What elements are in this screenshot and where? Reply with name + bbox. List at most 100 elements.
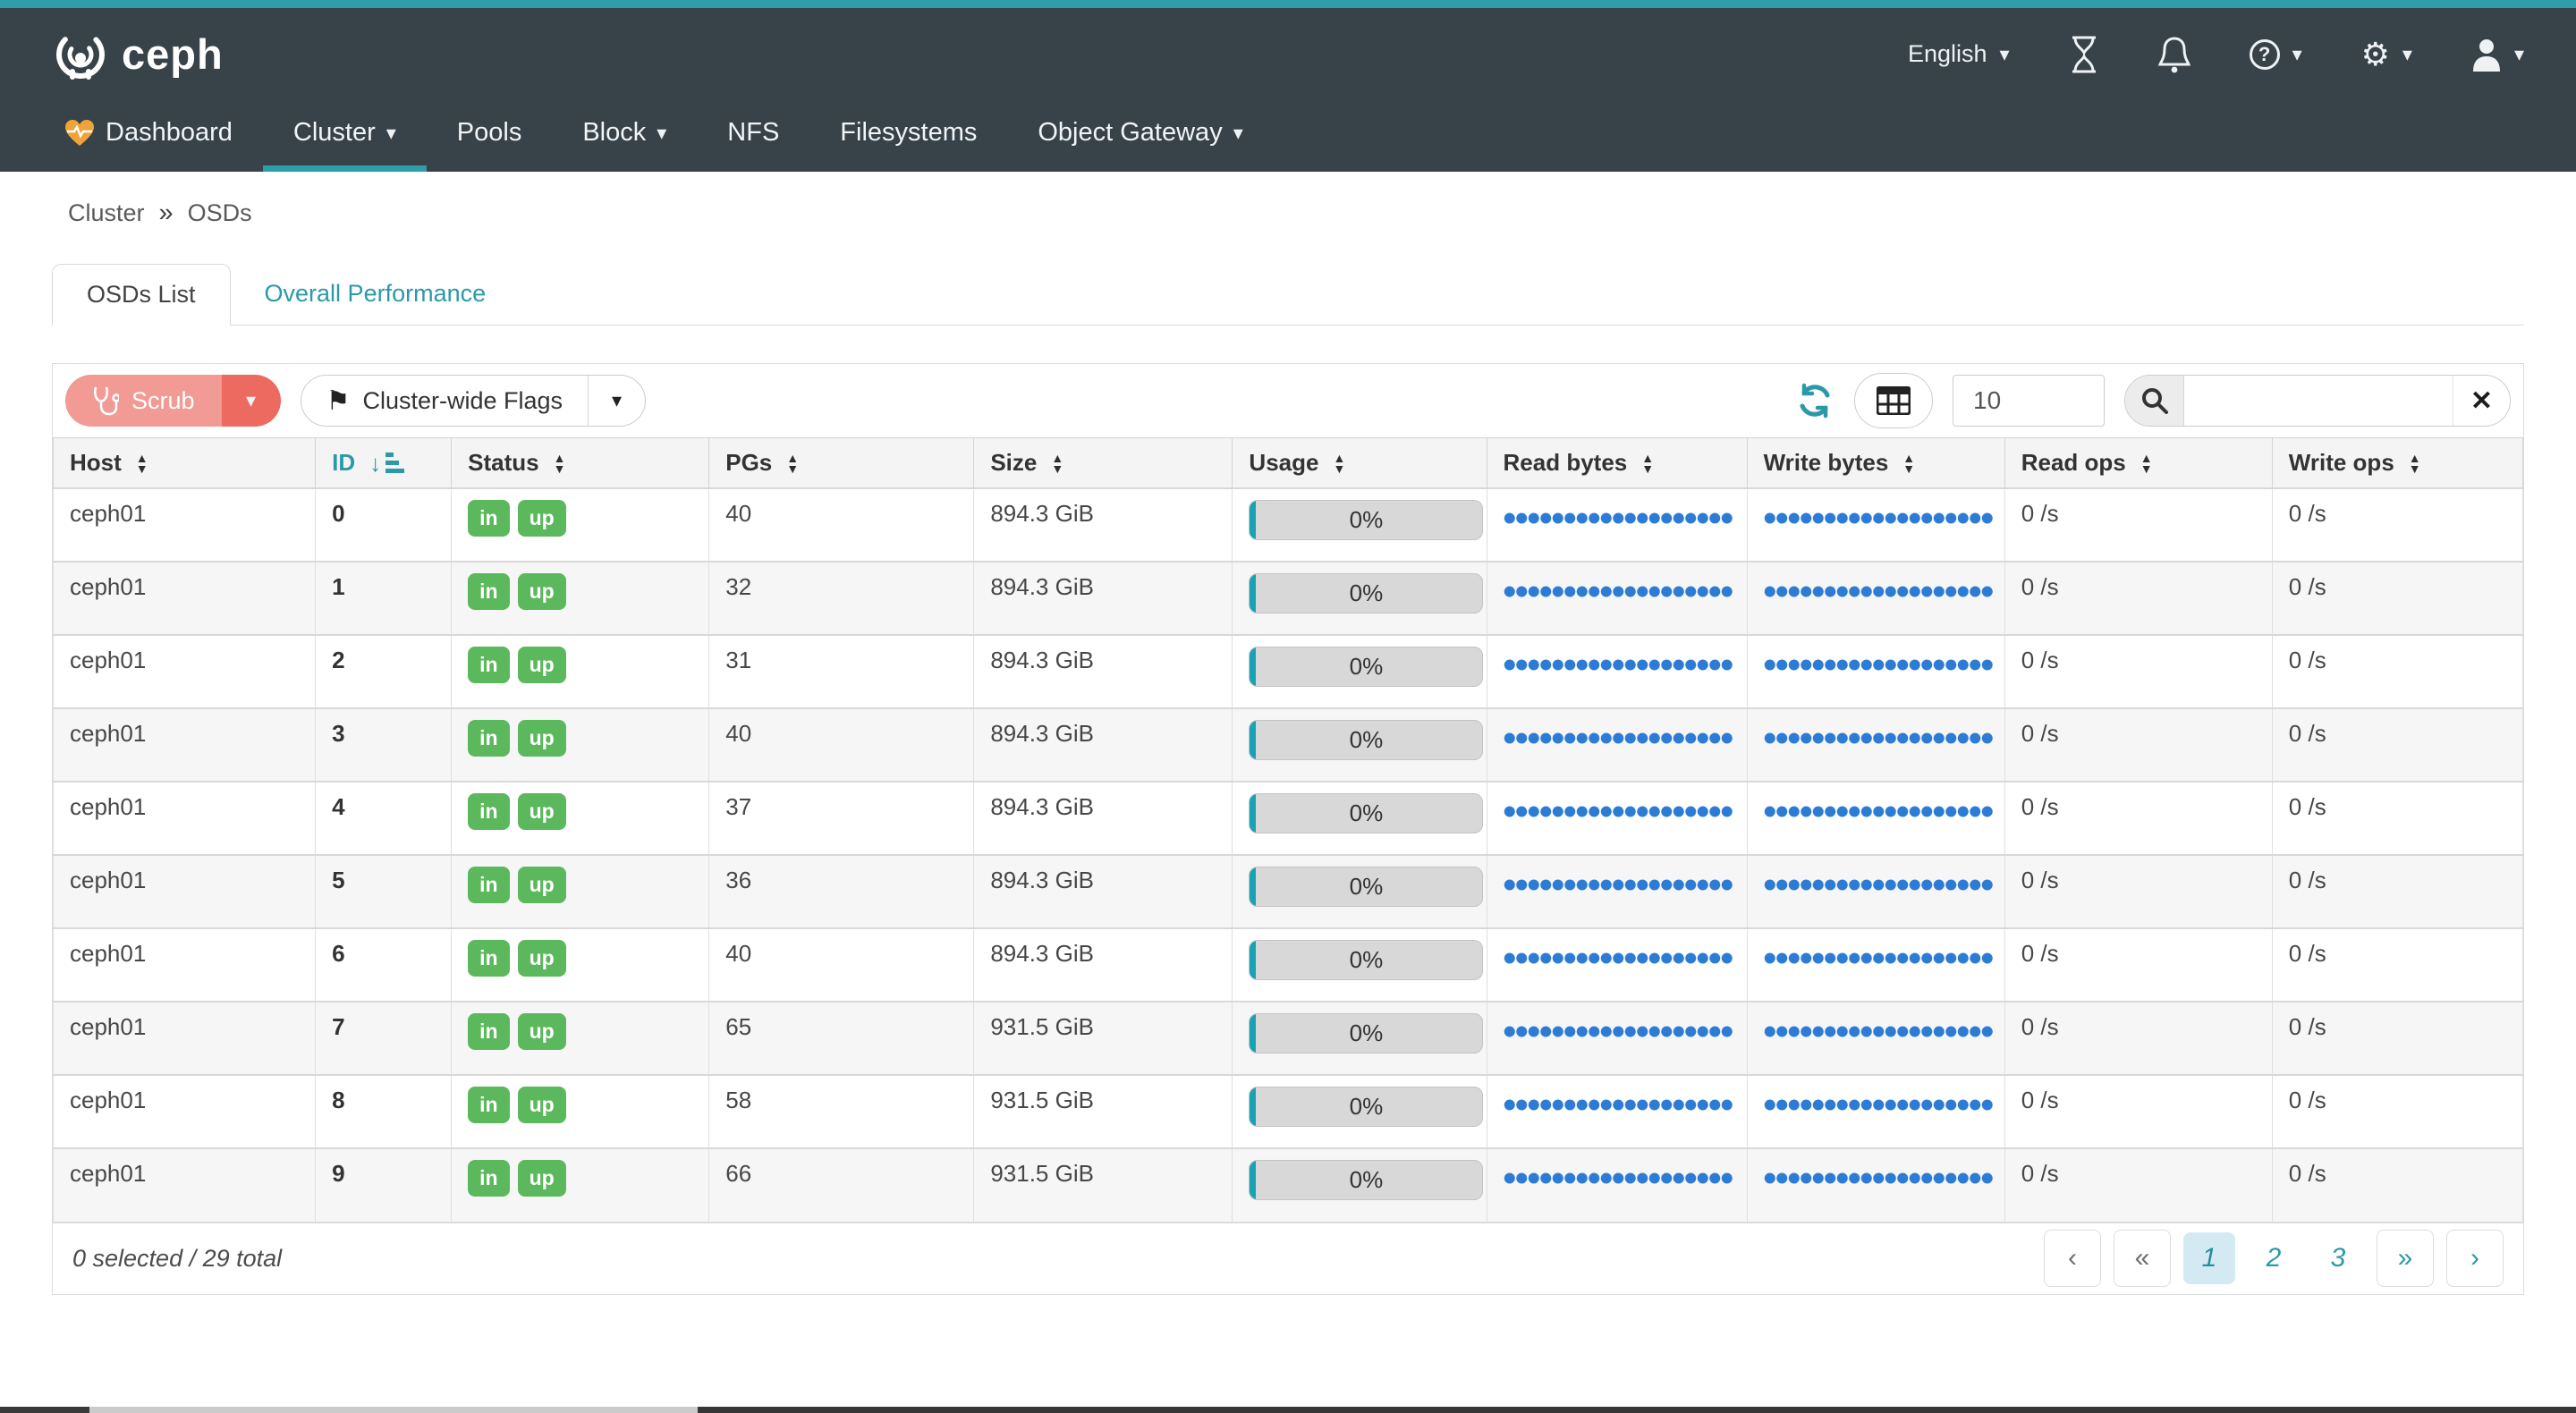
status-cell: inup	[452, 1148, 709, 1222]
osd-row-4[interactable]: ceph014inup37894.3 GiB0%0 /s0 /s	[54, 782, 2523, 855]
write-bytes-sparkline	[1764, 951, 1993, 966]
sort-toggle-icon: ▲▼	[2140, 453, 2153, 474]
nav-item-block[interactable]: Block▾	[552, 100, 697, 172]
osds-table-panel: Scrub ▾ ⚑ Cluster-wide Flags ▾	[52, 363, 2524, 1295]
read-bytes-sparkline	[1504, 657, 1733, 673]
column-header-write-ops[interactable]: Write ops▲▼	[2272, 438, 2522, 489]
page-next-button[interactable]: ›	[2446, 1230, 2504, 1287]
read-bytes-cell	[1487, 1075, 1747, 1148]
write-ops-cell: 0 /s	[2272, 1148, 2522, 1222]
host-cell: ceph01	[54, 1148, 316, 1222]
read-ops-cell: 0 /s	[2004, 782, 2272, 855]
read-ops-cell: 0 /s	[2004, 855, 2272, 928]
size-cell: 894.3 GiB	[974, 562, 1233, 635]
usage-progress-fill	[1250, 721, 1256, 759]
horizontal-scrollbar[interactable]	[0, 1407, 2576, 1413]
write-bytes-sparkline	[1764, 1171, 1993, 1186]
read-bytes-sparkline	[1504, 951, 1733, 966]
pgs-cell: 37	[709, 782, 974, 855]
column-header-label: Read ops	[2021, 449, 2126, 477]
read-ops-cell: 0 /s	[2004, 488, 2272, 562]
usage-cell: 0%	[1233, 1148, 1487, 1222]
column-header-write-bytes[interactable]: Write bytes▲▼	[1747, 438, 2004, 489]
page-number-2[interactable]: 2	[2248, 1232, 2300, 1284]
osd-row-2[interactable]: ceph012inup31894.3 GiB0%0 /s0 /s	[54, 635, 2523, 708]
osd-row-1[interactable]: ceph011inup32894.3 GiB0%0 /s0 /s	[54, 562, 2523, 635]
clear-search-button[interactable]: ✕	[2453, 376, 2510, 426]
page-last-button[interactable]: »	[2377, 1230, 2434, 1287]
column-header-label: Write ops	[2289, 449, 2394, 477]
column-header-read-bytes[interactable]: Read bytes▲▼	[1487, 438, 1747, 489]
osd-row-6[interactable]: ceph016inup40894.3 GiB0%0 /s0 /s	[54, 928, 2523, 1002]
user-dropdown[interactable]: ▾	[2471, 38, 2524, 72]
nav-item-object-gateway[interactable]: Object Gateway▾	[1007, 100, 1273, 172]
page-prev-button[interactable]: ‹	[2044, 1230, 2101, 1287]
help-icon: ?	[2250, 39, 2280, 70]
breadcrumb-item-cluster[interactable]: Cluster	[68, 199, 145, 227]
status-cell: inup	[452, 488, 709, 562]
nav-item-filesystems[interactable]: Filesystems	[809, 100, 1007, 172]
write-bytes-sparkline	[1764, 511, 1993, 526]
id-cell: 5	[316, 855, 452, 928]
column-header-label: PGs	[725, 449, 772, 477]
usage-label: 0%	[1350, 873, 1384, 901]
scrub-button-label: Scrub	[131, 387, 195, 415]
nav-item-pools[interactable]: Pools	[427, 100, 553, 172]
search-input[interactable]	[2184, 376, 2453, 426]
status-badge-up: up	[518, 867, 566, 903]
language-dropdown[interactable]: English ▾	[1908, 40, 2010, 68]
usage-progress-bar: 0%	[1249, 1160, 1483, 1200]
refresh-icon[interactable]	[1795, 381, 1835, 420]
sort-toggle-icon: ▲▼	[136, 453, 148, 474]
page-number-3[interactable]: 3	[2312, 1232, 2364, 1284]
page-number-1[interactable]: 1	[2183, 1232, 2235, 1284]
id-cell: 6	[316, 928, 452, 1002]
status-badge-in: in	[468, 500, 509, 537]
osd-row-3[interactable]: ceph013inup40894.3 GiB0%0 /s0 /s	[54, 708, 2523, 782]
notifications-button[interactable]	[2158, 36, 2190, 73]
write-bytes-cell	[1747, 562, 2004, 635]
nav-item-nfs[interactable]: NFS	[697, 100, 809, 172]
column-header-label: Usage	[1249, 449, 1318, 477]
osd-row-9[interactable]: ceph019inup66931.5 GiB0%0 /s0 /s	[54, 1148, 2523, 1222]
tab-overall-performance[interactable]: Overall Performance	[231, 264, 521, 326]
status-badge-in: in	[468, 1013, 509, 1050]
usage-progress-fill	[1250, 647, 1256, 686]
osd-row-8[interactable]: ceph018inup58931.5 GiB0%0 /s0 /s	[54, 1075, 2523, 1148]
column-header-usage[interactable]: Usage▲▼	[1233, 438, 1487, 489]
flags-dropdown-toggle[interactable]: ▾	[588, 376, 645, 426]
scrub-dropdown-toggle[interactable]: ▾	[222, 375, 281, 427]
column-header-size[interactable]: Size▲▼	[974, 438, 1233, 489]
tasks-button[interactable]	[2069, 36, 2099, 73]
osd-row-7[interactable]: ceph017inup65931.5 GiB0%0 /s0 /s	[54, 1002, 2523, 1075]
search-box: ✕	[2124, 375, 2511, 427]
osd-row-0[interactable]: ceph010inup40894.3 GiB0%0 /s0 /s	[54, 488, 2523, 562]
tab-osds-list[interactable]: OSDs List	[52, 264, 231, 326]
ceph-logo[interactable]: ceph	[52, 26, 224, 83]
nav-item-cluster[interactable]: Cluster▾	[263, 100, 427, 172]
column-toggle-button[interactable]	[1854, 373, 1933, 428]
table-header-row: Host▲▼ID↓Status▲▼PGs▲▼Size▲▼Usage▲▼Read …	[54, 438, 2523, 489]
sort-toggle-icon: ▲▼	[554, 453, 566, 474]
settings-dropdown[interactable]: ⚙ ▾	[2361, 38, 2412, 71]
nav-item-dashboard[interactable]: Dashboard	[34, 100, 263, 172]
page-size-input[interactable]	[1953, 375, 2105, 427]
column-header-label: ID	[332, 449, 355, 477]
osd-row-5[interactable]: ceph015inup36894.3 GiB0%0 /s0 /s	[54, 855, 2523, 928]
tab-bar: OSDs List Overall Performance	[52, 264, 2524, 326]
column-header-status[interactable]: Status▲▼	[452, 438, 709, 489]
scrub-split-button[interactable]: Scrub ▾	[65, 375, 281, 427]
write-ops-cell: 0 /s	[2272, 635, 2522, 708]
column-header-read-ops[interactable]: Read ops ▲▼	[2004, 438, 2272, 489]
column-header-id[interactable]: ID↓	[316, 438, 452, 489]
size-cell: 894.3 GiB	[974, 708, 1233, 782]
cluster-wide-flags-button[interactable]: ⚑ Cluster-wide Flags ▾	[301, 375, 646, 427]
read-bytes-sparkline	[1504, 877, 1733, 893]
chevron-down-icon: ▾	[657, 122, 666, 145]
usage-cell: 0%	[1233, 855, 1487, 928]
help-dropdown[interactable]: ? ▾	[2250, 39, 2302, 70]
column-header-host[interactable]: Host▲▼	[54, 438, 316, 489]
page-first-button[interactable]: «	[2114, 1230, 2171, 1287]
pgs-cell: 58	[709, 1075, 974, 1148]
column-header-pgs[interactable]: PGs▲▼	[709, 438, 974, 489]
